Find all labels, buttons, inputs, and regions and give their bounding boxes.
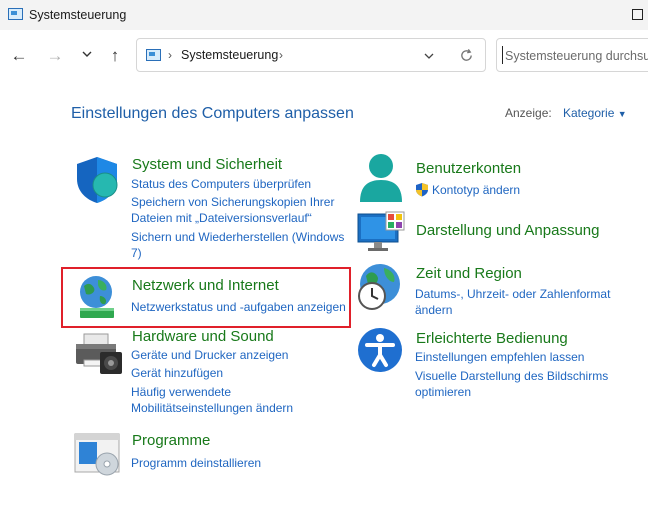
link-uninstall-program[interactable]: Programm deinstallieren: [131, 455, 261, 472]
view-mode-dropdown[interactable]: Kategorie ▼: [563, 106, 627, 120]
link-mobility-line1[interactable]: Häufig verwendete: [131, 384, 231, 401]
link-recommend-settings[interactable]: Einstellungen empfehlen lassen: [415, 349, 584, 366]
category-title-users[interactable]: Benutzerkonten: [416, 160, 521, 177]
back-icon: ←: [10, 46, 28, 65]
window-title: Systemsteuerung: [29, 8, 127, 22]
refresh-icon[interactable]: [459, 48, 474, 63]
monitor-icon: [357, 211, 405, 251]
link-optimize-display-line1[interactable]: Visuelle Darstellung des Bildschirms: [415, 368, 608, 385]
link-restore-line2[interactable]: 7): [131, 245, 142, 262]
programs-icon: [74, 433, 120, 476]
clock-globe-icon: [358, 264, 400, 310]
address-control-panel-icon: [146, 49, 161, 61]
link-date-format-line1[interactable]: Datums-, Uhrzeit- oder Zahlenformat: [415, 286, 610, 303]
link-backup-line1[interactable]: Speichern von Sicherungskopien Ihrer: [131, 194, 334, 211]
view-label: Anzeige:: [505, 106, 552, 120]
shield-icon: [77, 157, 118, 203]
page-title: Einstellungen des Computers anpassen: [71, 105, 354, 122]
caret-down-icon: ▼: [617, 109, 627, 119]
forward-icon: →: [46, 46, 64, 65]
category-title-region[interactable]: Zeit und Region: [416, 265, 522, 282]
chevron-down-icon: [82, 51, 92, 57]
link-date-format-line2[interactable]: ändern: [415, 302, 452, 319]
link-backup-line2[interactable]: Dateien mit „Dateiversionsverlauf“: [131, 210, 312, 227]
category-title-ease[interactable]: Erleichterte Bedienung: [416, 330, 568, 347]
search-caret: [502, 46, 503, 64]
address-dropdown-icon[interactable]: [423, 50, 435, 62]
maximize-button[interactable]: [632, 9, 643, 20]
category-title-network[interactable]: Netzwerk und Internet: [132, 277, 279, 294]
up-button[interactable]: ↑: [104, 45, 126, 67]
link-computer-status[interactable]: Status des Computers überprüfen: [131, 176, 311, 193]
category-title-programs[interactable]: Programme: [132, 432, 210, 449]
recent-locations-button[interactable]: [76, 45, 98, 67]
uac-shield-icon: [416, 183, 428, 197]
printer-icon: [76, 333, 122, 374]
link-add-device[interactable]: Gerät hinzufügen: [131, 365, 223, 382]
search-input[interactable]: Systemsteuerung durchsuchen: [505, 49, 648, 63]
up-icon: ↑: [110, 46, 120, 65]
breadcrumb-separator-end[interactable]: ›: [279, 48, 283, 62]
link-optimize-display-line2[interactable]: optimieren: [415, 384, 471, 401]
user-icon: [360, 154, 402, 202]
link-network-status[interactable]: Netzwerkstatus und -aufgaben anzeigen: [131, 299, 346, 316]
control-panel-icon: [8, 8, 23, 20]
back-button[interactable]: ←: [8, 45, 30, 67]
network-globe-icon: [80, 276, 114, 318]
forward-button[interactable]: →: [44, 45, 66, 67]
link-mobility-line2[interactable]: Mobilitätseinstellungen ändern: [131, 400, 293, 417]
category-title-hardware[interactable]: Hardware und Sound: [132, 328, 274, 345]
breadcrumb-systemsteuerung[interactable]: Systemsteuerung: [181, 48, 278, 62]
link-devices-printers[interactable]: Geräte und Drucker anzeigen: [131, 347, 288, 364]
breadcrumb-separator: ›: [168, 48, 172, 62]
link-change-account-type[interactable]: Kontotyp ändern: [432, 182, 520, 199]
category-title-appearance[interactable]: Darstellung und Anpassung: [416, 222, 599, 239]
accessibility-icon: [358, 328, 402, 372]
category-title-system[interactable]: System und Sicherheit: [132, 156, 282, 173]
link-restore-line1[interactable]: Sichern und Wiederherstellen (Windows: [131, 229, 344, 246]
